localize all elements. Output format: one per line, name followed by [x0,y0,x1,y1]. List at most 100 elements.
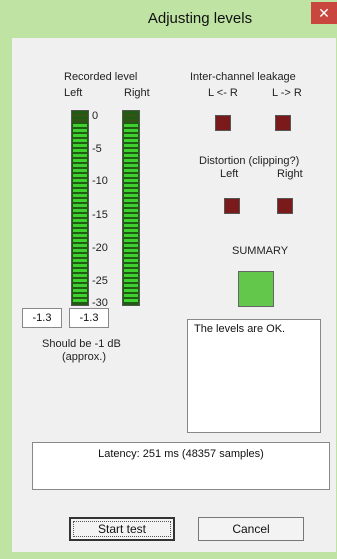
meter-segment [73,134,87,137]
right-level-meter [122,110,140,306]
meter-segment [124,254,138,257]
latency-box: Latency: 251 ms (48357 samples) [32,442,330,490]
window-frame-left [0,38,12,559]
meter-segment [124,289,138,292]
meter-segment [73,269,87,272]
distortion-right-led [277,198,293,214]
meter-segment [124,269,138,272]
meter-segment [73,279,87,282]
summary-heading: SUMMARY [232,245,289,257]
meter-segment [73,209,87,212]
meter-segment [124,279,138,282]
left-level-meter [71,110,89,306]
leakage-l-from-r-label: L <- R [208,87,238,99]
cancel-button[interactable]: Cancel [198,517,304,541]
meter-segment [73,184,87,187]
meter-segment [73,234,87,237]
meter-right-label: Right [124,87,150,99]
latency-text: Latency: 251 ms (48357 samples) [98,448,264,460]
leakage-l-from-r-led [215,115,231,131]
meter-segment [73,159,87,162]
window-frame-bottom [0,552,337,559]
leakage-heading: Inter-channel leakage [190,71,296,83]
recorded-level-heading: Recorded level [64,71,138,83]
meter-segment [124,264,138,267]
meter-segment [73,129,87,132]
meter-segment [124,204,138,207]
meter-segment [124,209,138,212]
meter-tick-label: -15 [92,209,108,221]
adjusting-levels-dialog: Adjusting levels ✕ Recorded level Left R… [0,0,337,559]
meter-segment [73,284,87,287]
meter-segment [73,169,87,172]
meter-segment [73,174,87,177]
meter-segment [73,199,87,202]
meter-segment [73,214,87,217]
meter-tick-label: -25 [92,275,108,287]
dialog-client-area: Recorded level Left Right 0 -5 -10 -15 -20 -2… [12,38,336,552]
meter-segment [124,259,138,262]
dialog-title: Adjusting levels [147,10,253,27]
meter-segment [73,189,87,192]
meter-segment [124,194,138,197]
meter-tick-label: 0 [92,110,99,122]
summary-message-text: The levels are OK. [194,323,286,335]
meter-segment [124,179,138,182]
right-level-value: -1.3 [69,308,109,328]
meter-segment [73,294,87,297]
meter-segment [73,154,87,157]
meter-segment [73,264,87,267]
meter-segment [73,249,87,252]
meter-segment [124,114,138,117]
meter-segment [124,159,138,162]
meter-segment [124,229,138,232]
meter-segment [124,234,138,237]
distortion-heading: Distortion (clipping?) [199,155,300,167]
meter-segment [124,224,138,227]
target-level-text: Should be -1 dB [42,338,121,350]
meter-segment [73,219,87,222]
distortion-left-label: Left [220,168,239,180]
meter-segment [73,229,87,232]
distortion-left-led [224,198,240,214]
close-button[interactable]: ✕ [311,2,337,24]
meter-segment [124,154,138,157]
meter-segment [124,299,138,302]
meter-segment [73,259,87,262]
meter-segment [73,239,87,242]
meter-segment [73,119,87,122]
meter-segment [124,294,138,297]
meter-segment [124,164,138,167]
meter-segment [73,244,87,247]
meter-segment [73,194,87,197]
meter-segment [73,299,87,302]
meter-tick-label: -10 [92,175,108,187]
meter-segment [124,174,138,177]
meter-segment [73,274,87,277]
leakage-l-to-r-led [275,115,291,131]
meter-segment [124,129,138,132]
meter-segment [124,119,138,122]
summary-message-box: The levels are OK. [187,319,321,433]
meter-segment [124,169,138,172]
meter-segment [73,254,87,257]
title-bar: Adjusting levels ✕ [0,0,337,38]
meter-tick-label: -20 [92,242,108,254]
meter-segment [124,239,138,242]
target-level-approx: (approx.) [62,351,107,363]
meter-segment [124,214,138,217]
summary-indicator [238,271,274,307]
meter-segment [73,139,87,142]
start-test-button[interactable]: Start test [69,517,175,541]
left-level-value: -1.3 [22,308,62,328]
meter-left-label: Left [64,87,83,99]
meter-segment [124,249,138,252]
meter-segment [73,224,87,227]
meter-segment [73,144,87,147]
meter-segment [124,144,138,147]
meter-segment [73,149,87,152]
meter-segment [73,289,87,292]
meter-segment [124,124,138,127]
meter-segment [124,139,138,142]
meter-segment [124,149,138,152]
